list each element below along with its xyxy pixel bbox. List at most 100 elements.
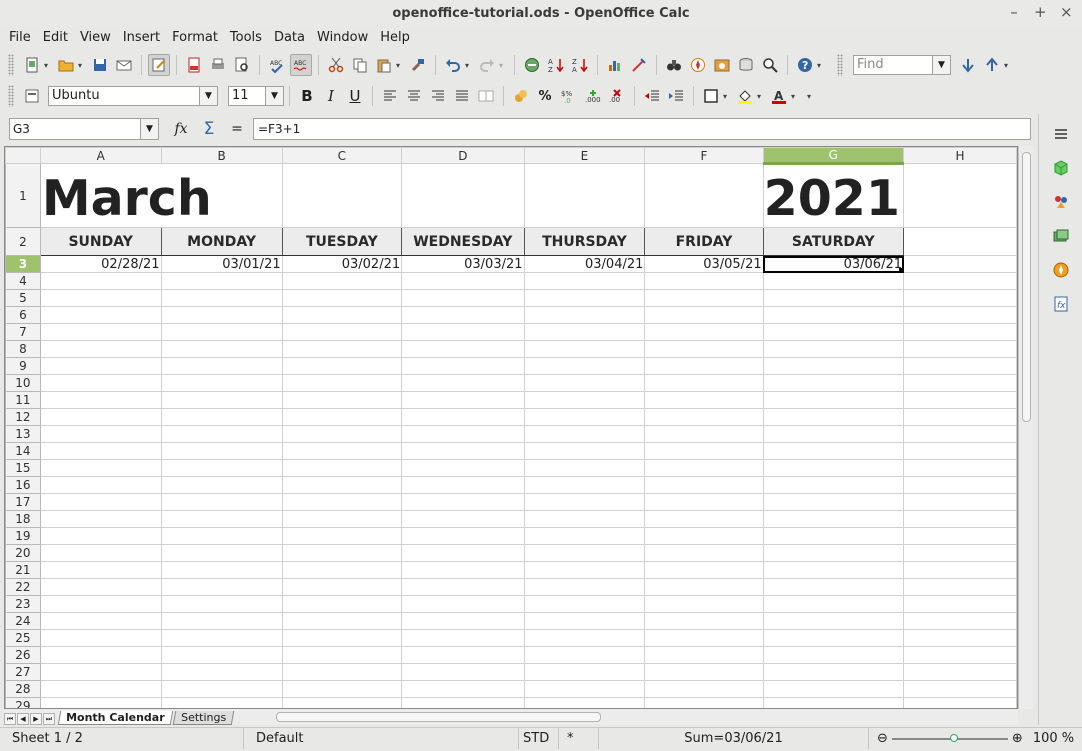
formula-input[interactable]: =F3+1 — [253, 118, 1031, 140]
cell[interactable] — [39, 646, 162, 664]
cell[interactable] — [160, 476, 283, 494]
cell[interactable] — [39, 391, 162, 409]
cell[interactable] — [644, 357, 764, 375]
cell[interactable] — [903, 561, 1017, 579]
print-icon[interactable] — [207, 54, 229, 76]
font-name-input[interactable]: Ubuntu — [48, 86, 200, 106]
cell[interactable] — [401, 646, 525, 664]
cell[interactable] — [644, 163, 764, 228]
justify-icon[interactable] — [451, 85, 473, 107]
cell[interactable] — [281, 459, 403, 477]
currency-format-icon[interactable] — [510, 85, 532, 107]
cell[interactable] — [762, 578, 905, 596]
cell[interactable] — [523, 391, 646, 409]
first-sheet-icon[interactable]: ⏮ — [4, 713, 16, 725]
cell[interactable] — [523, 357, 646, 375]
show-draw-functions-icon[interactable] — [628, 54, 650, 76]
hyperlink-icon[interactable] — [521, 54, 543, 76]
cell[interactable] — [523, 408, 646, 426]
cell[interactable] — [281, 663, 403, 681]
zoom-slider-knob[interactable] — [949, 733, 958, 742]
cell[interactable] — [160, 663, 283, 681]
formatting-overflow-icon[interactable]: ▾ — [807, 92, 815, 101]
day-header-saturday[interactable]: SATURDAY — [762, 227, 905, 256]
open-dropdown-icon[interactable]: ▾ — [78, 61, 86, 70]
cell[interactable] — [523, 612, 646, 630]
cell[interactable] — [903, 391, 1017, 409]
day-header-sunday[interactable]: SUNDAY — [39, 227, 162, 256]
cell[interactable] — [281, 442, 403, 460]
cell[interactable] — [903, 510, 1017, 528]
cell[interactable] — [160, 612, 283, 630]
previous-sheet-icon[interactable]: ◀ — [17, 713, 29, 725]
spreadsheet-grid[interactable]: A B C D E F G H 1 March 2021 2 SUNDAY MO… — [4, 146, 1018, 709]
cell[interactable] — [401, 663, 525, 681]
cell[interactable] — [39, 527, 162, 545]
menu-insert[interactable]: Insert — [117, 30, 166, 45]
cell[interactable] — [401, 697, 525, 708]
cell[interactable] — [644, 527, 764, 545]
menu-data[interactable]: Data — [268, 30, 311, 45]
cell[interactable] — [401, 442, 525, 460]
menu-tools[interactable]: Tools — [224, 30, 268, 45]
cell[interactable] — [281, 272, 403, 290]
cell[interactable] — [281, 340, 403, 358]
page-style[interactable]: Default — [244, 728, 519, 749]
cell[interactable] — [401, 612, 525, 630]
cell[interactable] — [644, 680, 764, 698]
row-header[interactable]: 24 — [5, 612, 41, 630]
redo-dropdown-icon[interactable]: ▾ — [499, 61, 507, 70]
vertical-scrollbar[interactable] — [1018, 146, 1034, 709]
cell[interactable] — [762, 646, 905, 664]
tab-settings[interactable]: Settings — [172, 711, 234, 725]
number-format-icon[interactable]: $% .0 — [558, 85, 580, 107]
open-folder-icon[interactable] — [55, 54, 77, 76]
font-color-icon[interactable]: A — [768, 85, 790, 107]
cell[interactable] — [39, 442, 162, 460]
cell[interactable] — [281, 510, 403, 528]
column-header-h[interactable]: H — [903, 147, 1017, 164]
menu-window[interactable]: Window — [311, 30, 374, 45]
cell[interactable] — [644, 544, 764, 562]
undo-dropdown-icon[interactable]: ▾ — [465, 61, 473, 70]
cell[interactable] — [160, 442, 283, 460]
horizontal-scroll-thumb[interactable] — [276, 712, 601, 722]
cell[interactable] — [401, 357, 525, 375]
zoom-level[interactable]: 100 % — [1033, 731, 1074, 746]
cell[interactable] — [39, 629, 162, 647]
menu-view[interactable]: View — [74, 30, 117, 45]
cell[interactable] — [903, 697, 1017, 708]
cell[interactable] — [281, 544, 403, 562]
cell[interactable] — [281, 493, 403, 511]
cell[interactable] — [762, 663, 905, 681]
cell[interactable] — [160, 306, 283, 324]
cell[interactable] — [39, 612, 162, 630]
cell[interactable] — [903, 227, 1017, 256]
tab-month-calendar[interactable]: Month Calendar — [57, 711, 173, 725]
data-sources-icon[interactable] — [735, 54, 757, 76]
cell[interactable] — [281, 306, 403, 324]
cell[interactable] — [644, 374, 764, 392]
function-wizard-icon[interactable]: fx — [169, 118, 193, 140]
cell[interactable] — [160, 578, 283, 596]
sum-icon[interactable]: Σ — [197, 118, 221, 140]
cell[interactable] — [762, 289, 905, 307]
cell[interactable] — [762, 595, 905, 613]
minimize-icon[interactable]: – — [1008, 3, 1020, 21]
chart-icon[interactable] — [604, 54, 626, 76]
cell[interactable] — [762, 510, 905, 528]
styles-formatting-icon[interactable] — [21, 85, 43, 107]
row-header[interactable]: 9 — [5, 357, 41, 375]
cell[interactable] — [523, 476, 646, 494]
borders-dropdown-icon[interactable]: ▾ — [723, 92, 731, 101]
cell[interactable] — [281, 408, 403, 426]
cut-icon[interactable] — [325, 54, 347, 76]
row-header[interactable]: 19 — [5, 527, 41, 545]
cell[interactable] — [281, 289, 403, 307]
cell[interactable] — [523, 272, 646, 290]
cell[interactable] — [644, 629, 764, 647]
cell[interactable] — [644, 510, 764, 528]
cell[interactable] — [523, 646, 646, 664]
clone-formatting-icon[interactable] — [407, 54, 429, 76]
cell[interactable] — [281, 578, 403, 596]
